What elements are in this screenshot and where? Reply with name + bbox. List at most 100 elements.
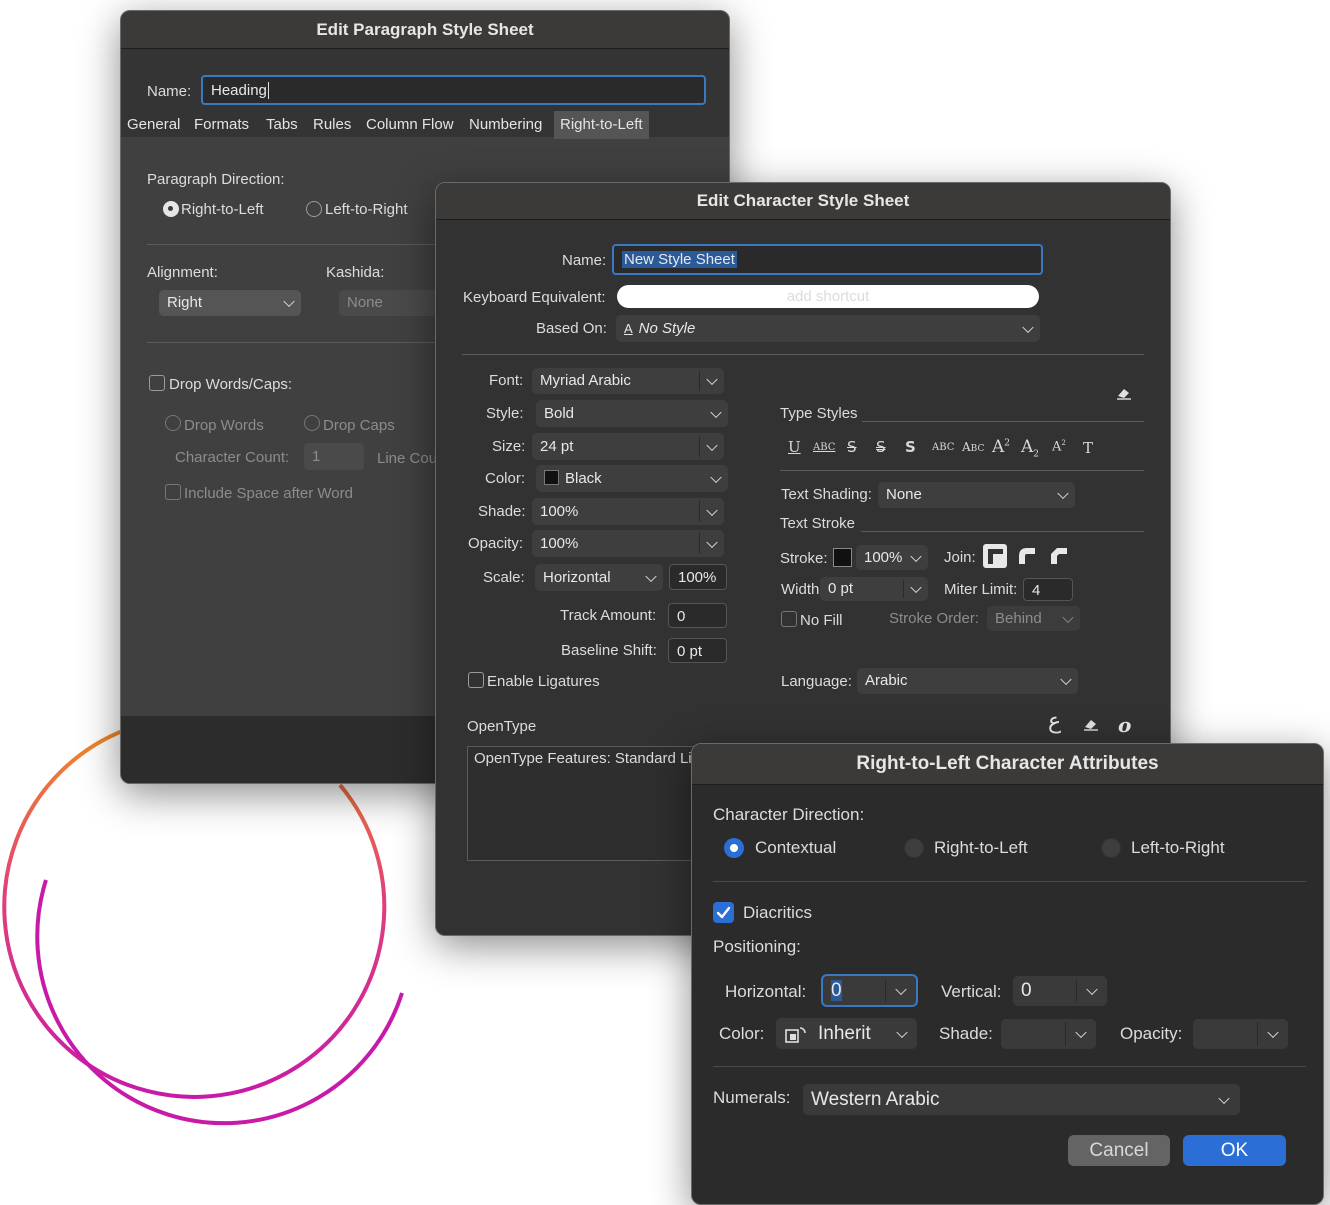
radio-drop-caps[interactable] (304, 415, 320, 431)
drop-words-caps-label: Drop Words/Caps: (169, 376, 293, 393)
char-name-input[interactable]: New Style Sheet (612, 244, 1043, 275)
opentype-o-icon[interactable]: o (1118, 713, 1131, 737)
rtl-color-select[interactable]: Inherit (776, 1018, 917, 1049)
keyboard-equivalent-input[interactable]: add shortcut (617, 285, 1039, 308)
tab-general[interactable]: General (121, 111, 186, 139)
stroke-label: Stroke: (780, 550, 828, 567)
superscript-icon[interactable]: A2 (992, 437, 1010, 457)
color-select[interactable]: Black (536, 465, 728, 492)
diacritics-checkbox[interactable] (713, 902, 734, 923)
divider (713, 1066, 1306, 1067)
include-space-checkbox[interactable] (165, 484, 181, 500)
chevron-down-icon (706, 439, 718, 451)
chevron-down-icon (710, 471, 722, 483)
drop-caps-checkbox[interactable] (149, 375, 165, 391)
join-miter-icon[interactable] (983, 544, 1007, 568)
style-select[interactable]: Bold (536, 400, 728, 427)
outline-icon[interactable]: S (905, 438, 916, 456)
radio-drop-words-label: Drop Words (184, 417, 264, 434)
radio-drop-words[interactable] (165, 415, 181, 431)
subscript-icon[interactable]: A2 (1021, 437, 1039, 459)
vertical-select[interactable]: 0 (1013, 976, 1107, 1006)
enable-ligatures-checkbox[interactable] (468, 672, 484, 688)
eraser-icon[interactable] (1116, 386, 1132, 400)
line-count-label: Line Cou (377, 450, 438, 467)
chevron-down-icon (1075, 1026, 1087, 1039)
tab-right-to-left[interactable]: Right-to-Left (554, 111, 649, 139)
no-fill-checkbox[interactable] (781, 611, 797, 627)
outer-arc (2, 728, 387, 1099)
divider (462, 354, 1144, 355)
based-on-select[interactable]: A No Style (616, 315, 1040, 342)
chevron-down-icon (1060, 673, 1072, 686)
radio-left-to-right-label: Left-to-Right (325, 201, 408, 218)
chevron-down-icon (1062, 611, 1074, 623)
alignment-select[interactable]: Right (159, 290, 301, 316)
baseline-shift-label: Baseline Shift: (561, 642, 657, 659)
language-select[interactable]: Arabic (857, 668, 1078, 694)
stroke-order-select[interactable]: Behind (987, 606, 1080, 631)
stroke-color-swatch[interactable] (833, 548, 852, 567)
rtl-shade-label: Shade: (939, 1024, 993, 1043)
numerals-select[interactable]: Western Arabic (803, 1084, 1240, 1115)
cancel-button[interactable]: Cancel (1068, 1135, 1170, 1166)
small-caps-icon[interactable]: ABC (962, 440, 984, 454)
divider (713, 881, 1306, 882)
keyboard-equivalent-label: Keyboard Equivalent: (463, 289, 606, 306)
opentype-features-box[interactable]: OpenType Features: Standard Li (467, 746, 707, 861)
double-strikethrough-icon[interactable]: S (876, 438, 886, 456)
tab-rules[interactable]: Rules (307, 111, 357, 139)
plain-text-icon[interactable]: T (1083, 439, 1093, 457)
font-select[interactable]: Myriad Arabic (532, 368, 724, 394)
width-select[interactable]: 0 pt (820, 577, 928, 601)
paragraph-tabs: General Formats Tabs Rules Column Flow N… (121, 111, 729, 139)
tab-column-flow[interactable]: Column Flow (360, 111, 460, 139)
text-stroke-label: Text Stroke (780, 515, 856, 532)
radio-right-to-left[interactable] (163, 201, 179, 217)
rtl-shade-select[interactable] (1001, 1019, 1096, 1049)
superior-icon[interactable]: A2 (1052, 439, 1066, 454)
join-round-icon[interactable] (1015, 544, 1039, 568)
radio-char-right-to-left[interactable] (904, 838, 924, 858)
rtl-dialog-titlebar: Right-to-Left Character Attributes (692, 744, 1323, 785)
character-direction-label: Character Direction: (713, 805, 865, 824)
strikethrough-icon[interactable]: S (847, 438, 857, 456)
radio-char-right-to-left-label: Right-to-Left (934, 838, 1028, 857)
stroke-percent-select[interactable]: 100% (856, 545, 928, 570)
ok-button[interactable]: OK (1183, 1135, 1286, 1166)
paragraph-dialog-title: Edit Paragraph Style Sheet (316, 20, 534, 39)
chevron-down-icon (910, 581, 922, 594)
join-bevel-icon[interactable] (1047, 544, 1071, 568)
text-shading-select[interactable]: None (878, 482, 1075, 508)
arabic-letter-icon[interactable]: ع (1048, 709, 1061, 734)
underline-icon[interactable]: U (788, 438, 801, 456)
character-count-input[interactable]: 1 (304, 443, 364, 470)
miter-limit-input[interactable]: 4 (1023, 578, 1073, 601)
scale-select[interactable]: Horizontal (535, 564, 663, 591)
radio-contextual[interactable] (724, 838, 744, 858)
radio-char-left-to-right[interactable] (1101, 838, 1121, 858)
tab-formats[interactable]: Formats (188, 111, 255, 139)
baseline-shift-input[interactable]: 0 pt (668, 638, 727, 663)
chevron-down-icon (1022, 321, 1034, 333)
size-select[interactable]: 24 pt (532, 433, 724, 460)
shade-select[interactable]: 100% (532, 498, 724, 525)
eraser-icon[interactable] (1083, 717, 1099, 735)
chevron-down-icon (1218, 1092, 1230, 1104)
radio-contextual-label: Contextual (755, 838, 837, 857)
chevron-down-icon (895, 983, 907, 995)
word-underline-icon[interactable]: ABC (813, 442, 835, 453)
chevron-down-icon (1267, 1026, 1279, 1039)
opacity-select[interactable]: 100% (532, 530, 724, 557)
scale-percent-input[interactable]: 100% (669, 564, 727, 590)
tab-tabs[interactable]: Tabs (260, 111, 304, 139)
track-amount-input[interactable]: 0 (668, 603, 727, 628)
rtl-opacity-select[interactable] (1193, 1019, 1288, 1049)
horizontal-select[interactable]: 0 (821, 974, 918, 1007)
tab-numbering[interactable]: Numbering (463, 111, 548, 139)
name-input[interactable]: Heading (201, 75, 706, 105)
kashida-label: Kashida: (326, 264, 385, 281)
radio-left-to-right[interactable] (306, 201, 322, 217)
chevron-down-icon (1086, 983, 1098, 996)
all-caps-icon[interactable]: ABC (932, 442, 954, 453)
